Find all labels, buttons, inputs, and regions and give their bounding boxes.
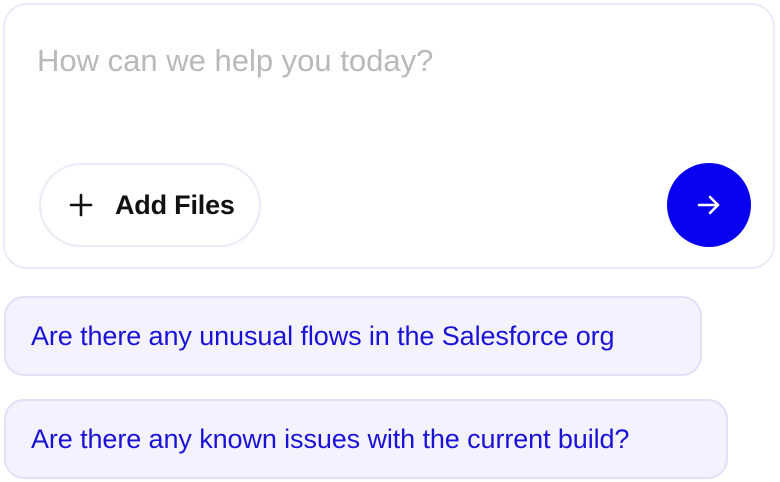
suggestion-label: Are there any unusual flows in the Sales…	[31, 320, 615, 351]
chat-composer-panel: Add Files Are there any unusual flows in…	[0, 0, 780, 482]
add-files-button[interactable]: Add Files	[39, 163, 261, 247]
suggestion-label: Are there any known issues with the curr…	[31, 423, 630, 454]
plus-icon	[69, 193, 93, 217]
arrow-right-icon	[697, 195, 720, 215]
add-files-label: Add Files	[115, 189, 235, 220]
send-button[interactable]	[667, 163, 751, 247]
suggestion-chip[interactable]: Are there any known issues with the curr…	[4, 399, 728, 479]
suggestion-chip[interactable]: Are there any unusual flows in the Sales…	[4, 296, 702, 376]
chat-input-box: Add Files	[3, 3, 775, 269]
chat-input[interactable]	[37, 39, 657, 83]
